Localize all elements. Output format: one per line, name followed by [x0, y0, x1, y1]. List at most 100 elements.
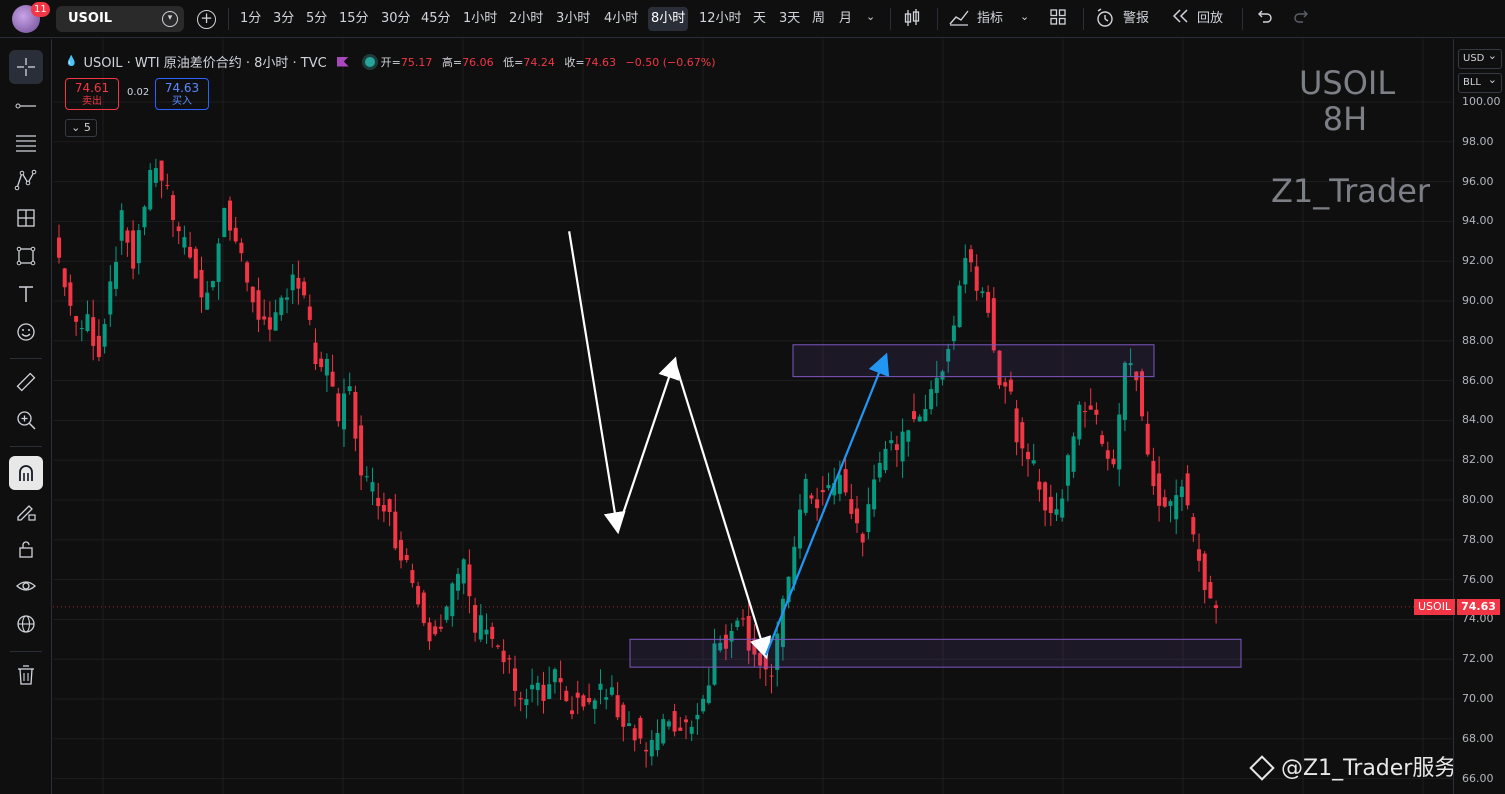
toolbar-divider	[937, 8, 938, 30]
interval-button[interactable]: 12小时	[696, 7, 745, 31]
candle-body	[929, 389, 934, 410]
interval-button[interactable]: 3分	[270, 7, 297, 31]
candle-body	[552, 669, 557, 683]
projection-arrow	[673, 360, 772, 660]
candle-body	[1060, 498, 1065, 518]
alert-button[interactable]: 警报	[1123, 7, 1149, 31]
interval-button[interactable]: 4小时	[601, 7, 641, 31]
candle-body	[644, 749, 649, 752]
lock-icon[interactable]	[9, 532, 43, 566]
candle-body	[1105, 450, 1110, 459]
price-axis[interactable]: USD BLL 100.00 98.00 96.00 94.00 92.00 90.00 8…	[1414, 39, 1505, 794]
candle-body	[1094, 409, 1099, 415]
candle-body	[313, 342, 318, 365]
eye-visibility-icon[interactable]	[9, 569, 43, 603]
candle-body	[1100, 435, 1105, 444]
axis-price-label: 76.00	[1462, 572, 1494, 586]
interval-button[interactable]: 8小时	[648, 7, 689, 31]
pattern-icon[interactable]	[9, 163, 43, 197]
last-price-symbol: USOIL	[1414, 599, 1456, 615]
interval-button[interactable]: 天	[750, 7, 769, 31]
candle-type-icon[interactable]	[902, 8, 922, 30]
magnet-icon[interactable]	[9, 456, 43, 490]
replay-rewind-icon[interactable]	[1171, 8, 1191, 30]
candle-body	[1083, 411, 1087, 413]
candle-body	[165, 184, 170, 186]
candle-body	[570, 710, 574, 715]
candle-body	[245, 262, 250, 283]
symbol-search-button[interactable]: USOIL ▾	[56, 6, 184, 32]
top-toolbar: 11 USOIL ▾ + 1分 3分 5分 15分 30分 45分 1小时 2小时 3小时 4小时…	[0, 0, 1505, 38]
candle-body	[638, 717, 643, 739]
candlestick-chart[interactable]	[53, 39, 1453, 794]
candle-body	[85, 314, 90, 332]
author-watermark: Z1_Trader	[1271, 172, 1431, 210]
layout-grid-icon[interactable]	[1048, 8, 1068, 30]
candle-body	[1088, 405, 1093, 410]
interval-dropdown-chevron-icon[interactable]: ⌄	[866, 10, 875, 23]
currency-select[interactable]: USD	[1458, 47, 1502, 69]
alarm-clock-icon[interactable]	[1095, 8, 1115, 30]
spread-value: 0.02	[127, 87, 150, 98]
zoom-in-icon[interactable]	[9, 403, 43, 437]
crosshair-icon[interactable]	[9, 50, 43, 84]
candle-body	[1071, 436, 1076, 472]
compare-symbol-plus-icon[interactable]: +	[197, 10, 216, 29]
candle-body	[541, 684, 546, 702]
binance-logo-icon	[1249, 755, 1275, 781]
fib-lines-icon[interactable]	[9, 126, 43, 160]
candle-body	[302, 281, 307, 296]
text-tool-icon[interactable]	[9, 277, 43, 311]
candle-body	[912, 411, 916, 420]
flag-icon[interactable]	[336, 56, 349, 67]
candle-body	[558, 678, 563, 683]
replay-button[interactable]: 回放	[1197, 7, 1223, 31]
redo-icon[interactable]	[1292, 8, 1312, 30]
candle-body	[883, 448, 888, 471]
rectangle-shape-icon[interactable]	[9, 239, 43, 273]
trash-icon[interactable]	[9, 658, 43, 692]
indicators-button[interactable]: 指标	[977, 7, 1003, 31]
undo-icon[interactable]	[1254, 8, 1274, 30]
interval-button[interactable]: 30分	[378, 7, 414, 31]
candle-body	[855, 508, 859, 524]
indicators-icon[interactable]	[949, 8, 969, 30]
interval-button[interactable]: 3小时	[553, 7, 593, 31]
candle-body	[176, 226, 181, 232]
globe-icon[interactable]	[9, 607, 43, 641]
candle-body	[421, 592, 426, 624]
interval-button[interactable]: 5分	[303, 7, 330, 31]
interval-button[interactable]: 1分	[237, 7, 264, 31]
indicators-chevron-icon[interactable]: ⌄	[1020, 10, 1029, 23]
market-status-dot-icon	[364, 56, 375, 67]
buy-button[interactable]: 74.63 买入	[155, 78, 209, 110]
candle-body	[353, 391, 358, 439]
interval-button[interactable]: 45分	[418, 7, 454, 31]
candle-body	[171, 195, 175, 221]
candle-body	[444, 606, 449, 620]
candle-body	[376, 497, 381, 507]
emoji-smile-icon[interactable]	[9, 315, 43, 349]
trend-line-icon[interactable]	[9, 89, 43, 123]
candle-body	[826, 485, 831, 489]
interval-button[interactable]: 3天	[776, 7, 803, 31]
interval-button[interactable]: 月	[836, 7, 855, 31]
interval-button[interactable]: 1小时	[460, 7, 500, 31]
ruler-measure-icon[interactable]	[9, 365, 43, 399]
pencil-lock-icon[interactable]	[9, 494, 43, 528]
forecast-tool-icon[interactable]	[9, 201, 43, 235]
interval-button[interactable]: 2小时	[506, 7, 546, 31]
interval-button[interactable]: 周	[809, 7, 828, 31]
candle-body	[689, 726, 694, 734]
indicators-collapse-toggle[interactable]: ⌄ 5	[65, 119, 97, 137]
candle-body	[524, 699, 529, 706]
unit-select[interactable]: BLL	[1458, 71, 1502, 93]
axis-price-label: 94.00	[1462, 214, 1494, 228]
interval-button[interactable]: 15分	[336, 7, 372, 31]
candle-body	[969, 249, 973, 263]
candle-body	[114, 261, 118, 289]
candle-body	[1031, 460, 1036, 464]
chart-pane[interactable]: USOIL 8H Z1_Trader 💧 USOIL · WTI 原油差价合约 …	[53, 39, 1478, 794]
candle-body	[963, 258, 968, 285]
sell-button[interactable]: 74.61 卖出	[65, 78, 119, 110]
